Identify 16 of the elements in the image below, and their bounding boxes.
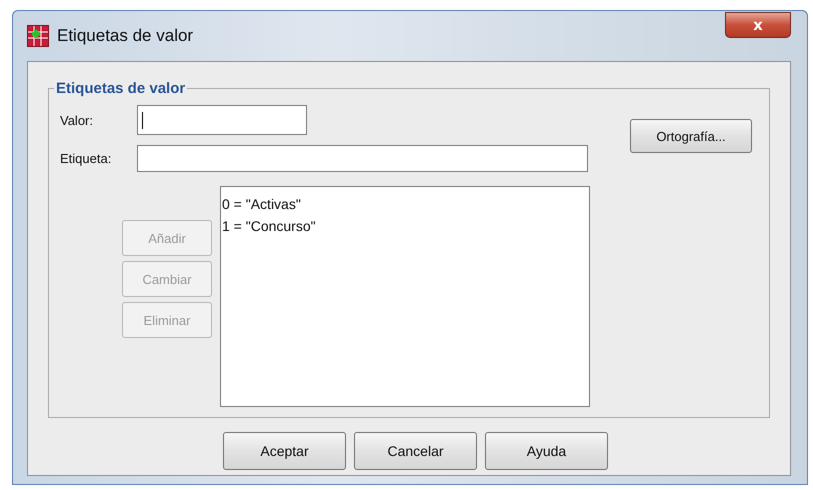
- label-list[interactable]: 0 = "Activas" 1 = "Concurso": [220, 186, 590, 407]
- field-label: Valor:: [60, 112, 94, 128]
- list-item[interactable]: 0 = "Activas": [222, 193, 588, 215]
- table-plus-icon: [27, 25, 49, 47]
- list-item[interactable]: 1 = "Concurso": [222, 215, 588, 237]
- window-title: Etiquetas de valor: [57, 26, 194, 46]
- dialog-button[interactable]: Aceptar: [223, 432, 346, 470]
- text-field[interactable]: [137, 105, 307, 135]
- dialog-button[interactable]: Cancelar: [354, 432, 477, 470]
- dialog-button[interactable]: Ayuda: [485, 432, 608, 470]
- spelling-button[interactable]: Ortografía...: [630, 119, 752, 153]
- field-label: Etiqueta:: [60, 151, 112, 166]
- text-field[interactable]: [137, 145, 588, 172]
- group-title: Etiquetas de valor: [55, 80, 186, 97]
- text-cursor: [142, 112, 143, 128]
- close-button[interactable]: x: [725, 12, 791, 38]
